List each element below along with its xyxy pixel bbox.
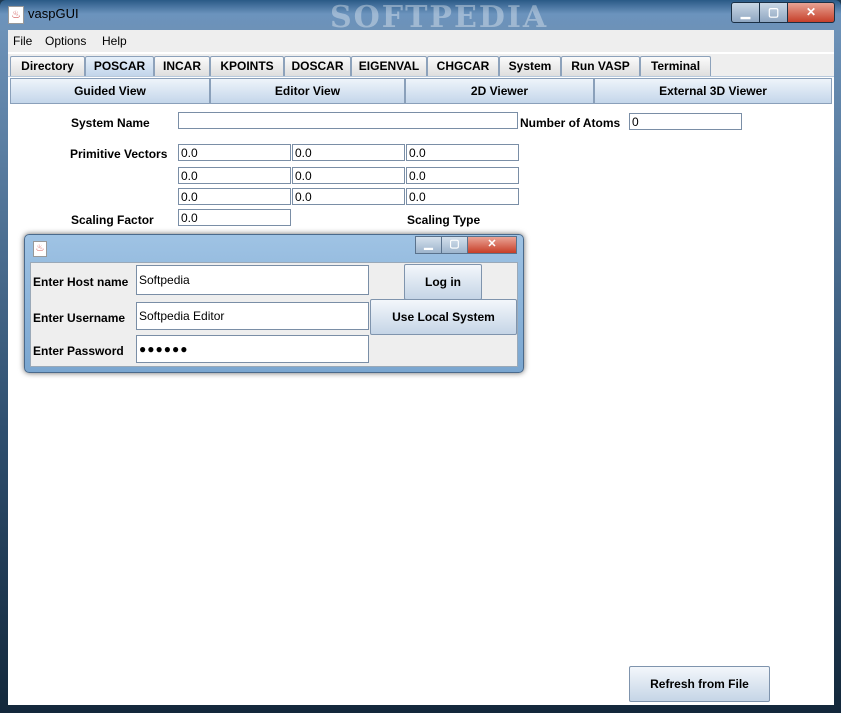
- vector-field[interactable]: 0.0: [178, 188, 291, 205]
- vector-field[interactable]: 0.0: [292, 167, 405, 184]
- scaling-factor-label: Scaling Factor: [71, 213, 154, 227]
- dialog-minimize-button[interactable]: ▁: [415, 236, 442, 254]
- primitive-vectors-label: Primitive Vectors: [70, 147, 168, 161]
- menu-options[interactable]: Options: [45, 34, 86, 48]
- tab-incar[interactable]: INCAR: [154, 56, 210, 76]
- vector-field[interactable]: 0.0: [406, 167, 519, 184]
- username-field[interactable]: Softpedia Editor: [136, 302, 369, 330]
- title-bar[interactable]: ♨ vaspGUI SOFTPEDIA ▁ ▢ ✕: [0, 0, 841, 35]
- tab-doscar[interactable]: DOSCAR: [284, 56, 351, 76]
- scaling-factor-field[interactable]: 0.0: [178, 209, 291, 226]
- vector-field[interactable]: 0.0: [178, 144, 291, 161]
- number-of-atoms-field[interactable]: 0: [629, 113, 742, 130]
- minimize-button[interactable]: ▁: [731, 2, 760, 23]
- close-button[interactable]: ✕: [787, 2, 835, 23]
- use-local-system-button[interactable]: Use Local System: [370, 299, 517, 335]
- tab-kpoints[interactable]: KPOINTS: [210, 56, 284, 76]
- scaling-type-label: Scaling Type: [407, 213, 481, 227]
- tab-chgcar[interactable]: CHGCAR: [427, 56, 499, 76]
- tab-run-vasp[interactable]: Run VASP: [561, 56, 640, 76]
- vector-field[interactable]: 0.0: [292, 144, 405, 161]
- tab-system[interactable]: System: [499, 56, 561, 76]
- system-name-field[interactable]: [178, 112, 518, 129]
- view-tab-bar: Guided View Editor View 2D Viewer Extern…: [8, 78, 834, 104]
- java-icon: ♨: [8, 6, 24, 24]
- menu-file[interactable]: File: [13, 34, 32, 48]
- username-label: Enter Username: [33, 311, 126, 325]
- login-dialog: ♨ ▁ ▢ ✕ Enter Host name Softpedia Log in…: [24, 234, 524, 373]
- host-name-field[interactable]: Softpedia: [136, 265, 369, 295]
- dialog-maximize-button[interactable]: ▢: [441, 236, 468, 254]
- tab-external-3d-viewer[interactable]: External 3D Viewer: [594, 78, 832, 104]
- refresh-from-file-button[interactable]: Refresh from File: [629, 666, 770, 702]
- menu-bar: File Options Help: [8, 30, 834, 52]
- window-title: vaspGUI: [28, 6, 79, 21]
- number-of-atoms-label: Number of Atoms: [520, 116, 621, 130]
- tab-terminal[interactable]: Terminal: [640, 56, 711, 76]
- vector-field[interactable]: 0.0: [292, 188, 405, 205]
- password-label: Enter Password: [33, 344, 124, 358]
- password-field[interactable]: ●●●●●●: [136, 335, 369, 363]
- menu-help[interactable]: Help: [102, 34, 127, 48]
- host-name-label: Enter Host name: [33, 275, 129, 289]
- tab-bar: Directory POSCAR INCAR KPOINTS DOSCAR EI…: [8, 54, 834, 77]
- tab-2d-viewer[interactable]: 2D Viewer: [405, 78, 594, 104]
- vector-field[interactable]: 0.0: [406, 144, 519, 161]
- vector-field[interactable]: 0.0: [406, 188, 519, 205]
- java-icon: ♨: [33, 241, 47, 257]
- tab-directory[interactable]: Directory: [10, 56, 85, 76]
- maximize-button[interactable]: ▢: [759, 2, 788, 23]
- log-in-button[interactable]: Log in: [404, 264, 482, 300]
- dialog-close-button[interactable]: ✕: [467, 236, 517, 254]
- tab-eigenval[interactable]: EIGENVAL: [351, 56, 427, 76]
- tab-poscar[interactable]: POSCAR: [85, 56, 154, 76]
- tab-editor-view[interactable]: Editor View: [210, 78, 405, 104]
- vector-field[interactable]: 0.0: [178, 167, 291, 184]
- dialog-body: Enter Host name Softpedia Log in Enter U…: [30, 262, 518, 367]
- tab-guided-view[interactable]: Guided View: [10, 78, 210, 104]
- system-name-label: System Name: [71, 116, 150, 130]
